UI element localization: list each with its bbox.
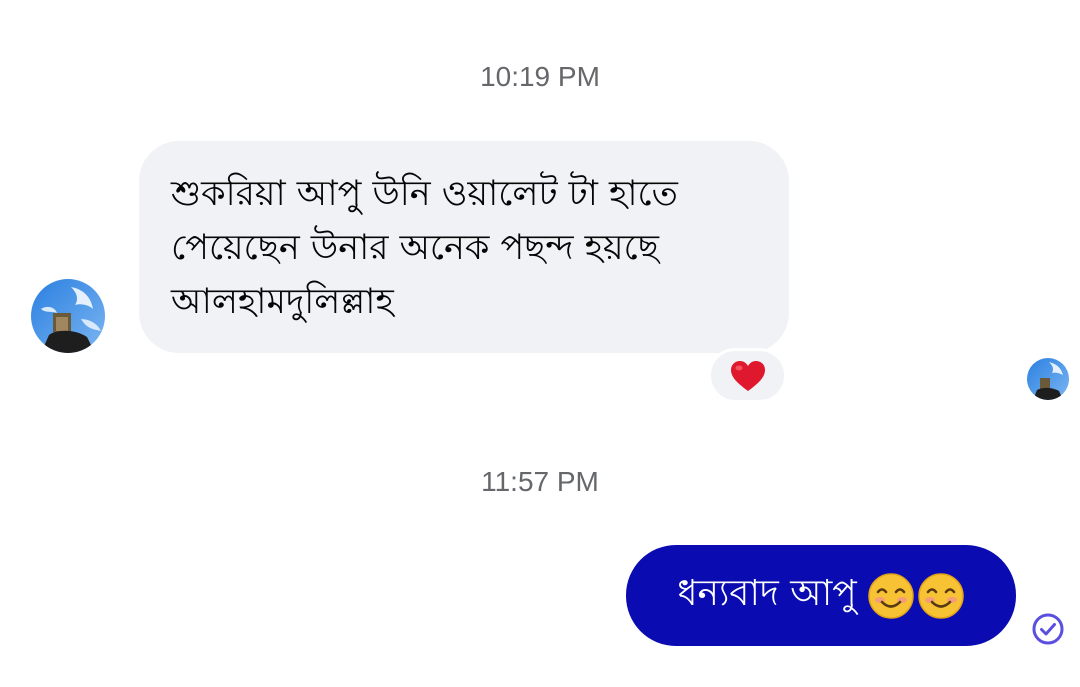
incoming-message-bubble[interactable]: শুকরিয়া আপু উনি ওয়ালেট টা হাতে পেয়েছে…	[139, 141, 789, 353]
smiling-face-emoji-icon	[867, 572, 914, 619]
outgoing-message-text: ধন্যবাদ আপু	[677, 572, 857, 614]
smiling-face-emoji-icon	[917, 572, 964, 619]
avatar-photo	[1027, 358, 1069, 400]
message-reaction[interactable]	[708, 348, 787, 403]
sent-check-icon	[1032, 613, 1064, 645]
outgoing-message-bubble[interactable]: ধন্যবাদ আপু	[626, 545, 1016, 646]
contact-avatar[interactable]	[31, 279, 105, 353]
message-status	[1031, 612, 1065, 646]
message-timestamp: 10:19 PM	[480, 61, 600, 92]
emoji-group	[867, 572, 965, 620]
red-heart-emoji-icon	[730, 360, 765, 391]
seen-by-avatar	[1027, 358, 1069, 400]
message-timestamp: 11:57 PM	[481, 466, 599, 497]
avatar-photo	[31, 279, 105, 353]
chat-thread[interactable]: 10:19 PM শুকরিয়া আপু উনি ওয়ালেট টা হাত…	[0, 0, 1080, 687]
